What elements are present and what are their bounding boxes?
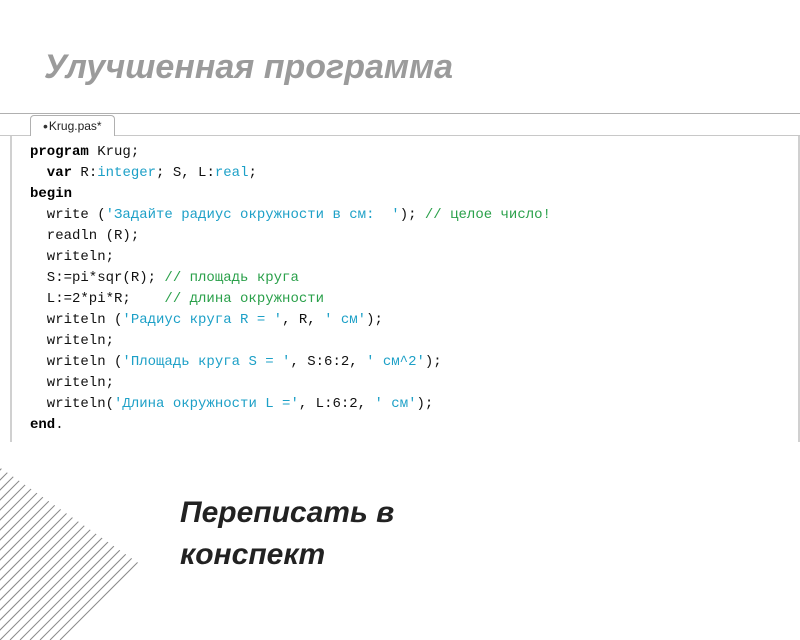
code-text: ; S, L:	[156, 165, 215, 181]
code-text: , S:6:2,	[290, 354, 366, 370]
code-text: write (	[30, 207, 106, 223]
code-line: writeln;	[30, 331, 798, 352]
comment: // длина окружности	[164, 291, 324, 307]
code-line: begin	[30, 184, 798, 205]
tab-krug[interactable]: • Krug.pas*	[30, 115, 115, 136]
code-text: , R,	[282, 312, 324, 328]
code-line: readln (R);	[30, 226, 798, 247]
string-literal: 'Площадь круга S = '	[122, 354, 290, 370]
code-line: var R:integer; S, L:real;	[30, 163, 798, 184]
code-text: R:	[72, 165, 97, 181]
code-text: writeln (	[30, 354, 122, 370]
code-text: writeln;	[30, 333, 114, 349]
kw-end: end	[30, 417, 55, 433]
subtitle-line-1: Переписать в	[180, 492, 394, 534]
code-text: writeln;	[30, 249, 114, 265]
code-line: S:=pi*sqr(R); // площадь круга	[30, 268, 798, 289]
string-literal: 'Длина окружности L ='	[114, 396, 299, 412]
type-real: real	[215, 165, 249, 181]
code-text: );	[425, 354, 442, 370]
subtitle-note: Переписать в конспект	[180, 492, 394, 576]
tab-strip: • Krug.pas*	[0, 114, 800, 136]
code-text: , L:6:2,	[299, 396, 375, 412]
string-literal: 'Задайте радиус окружности в см: '	[106, 207, 400, 223]
code-line: L:=2*pi*R; // длина окружности	[30, 289, 798, 310]
code-line: write ('Задайте радиус окружности в см: …	[30, 205, 798, 226]
code-text: writeln;	[30, 375, 114, 391]
code-text: );	[417, 396, 434, 412]
comment: // целое число!	[425, 207, 551, 223]
string-literal: 'Радиус круга R = '	[122, 312, 282, 328]
code-line: writeln('Длина окружности L =', L:6:2, '…	[30, 394, 798, 415]
code-text: );	[400, 207, 425, 223]
code-line: program Krug;	[30, 142, 798, 163]
string-literal: ' см'	[324, 312, 366, 328]
code-text: S:=pi*sqr(R);	[30, 270, 164, 286]
code-line: writeln;	[30, 247, 798, 268]
string-literal: ' см'	[374, 396, 416, 412]
code-text: writeln (	[30, 312, 122, 328]
code-text: );	[366, 312, 383, 328]
code-line: writeln ('Площадь круга S = ', S:6:2, ' …	[30, 352, 798, 373]
code-text: Krug;	[89, 144, 139, 160]
code-editor-panel: • Krug.pas* program Krug; var R:integer;…	[0, 113, 800, 442]
subtitle-line-2: конспект	[180, 534, 394, 576]
code-line: writeln ('Радиус круга R = ', R, ' см');	[30, 310, 798, 331]
code-text: ;	[248, 165, 256, 181]
string-literal: ' см^2'	[366, 354, 425, 370]
tab-modified-dot-icon: •	[43, 120, 48, 132]
kw-program: program	[30, 144, 89, 160]
slide-title: Улучшенная программа	[44, 48, 800, 87]
tab-label: Krug.pas*	[49, 116, 102, 136]
code-area: program Krug; var R:integer; S, L:real; …	[10, 136, 800, 442]
code-text: .	[55, 417, 63, 433]
code-line: end.	[30, 415, 798, 436]
kw-var: var	[30, 165, 72, 181]
kw-begin: begin	[30, 186, 72, 202]
code-text: L:=2*pi*R;	[30, 291, 164, 307]
type-integer: integer	[97, 165, 156, 181]
code-line: writeln;	[30, 373, 798, 394]
code-text: readln (R);	[30, 228, 139, 244]
code-text: writeln(	[30, 396, 114, 412]
comment: // площадь круга	[164, 270, 298, 286]
